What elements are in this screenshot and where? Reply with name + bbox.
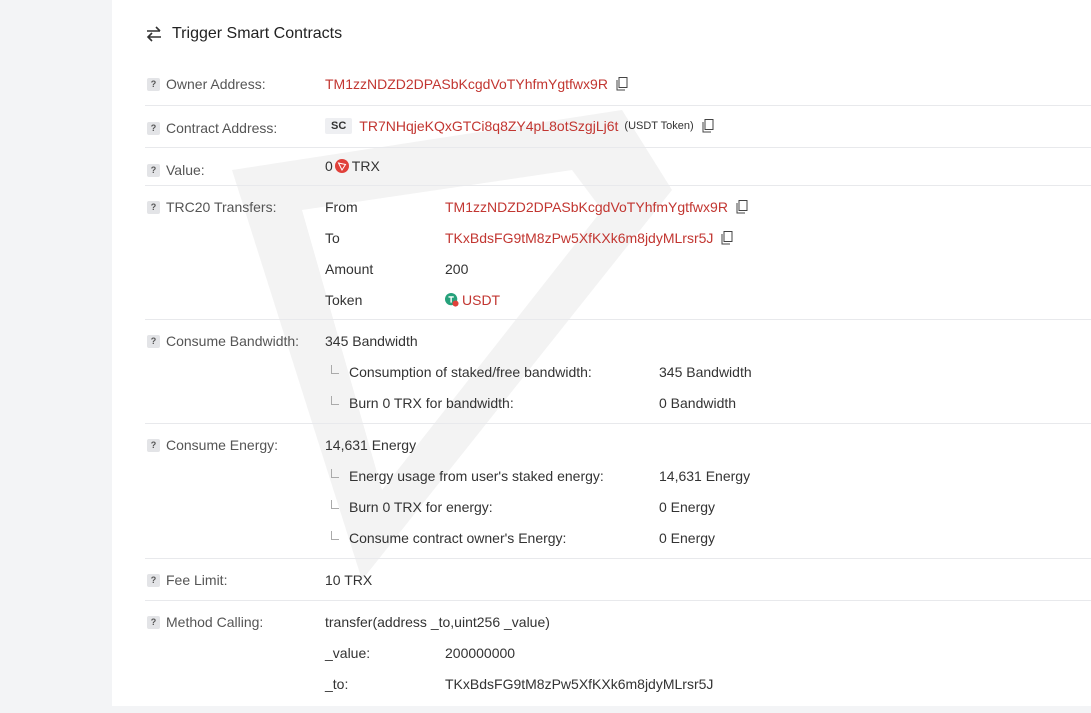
bandwidth-item-value: 345 Bandwidth xyxy=(659,364,752,380)
energy-item-value: 0 Energy xyxy=(659,499,716,515)
energy-item-label: Consume contract owner's Energy: xyxy=(349,530,567,546)
tree-connector xyxy=(331,395,339,405)
energy-item-value: 0 Energy xyxy=(659,530,716,546)
swap-arrows-icon xyxy=(146,26,161,42)
sc-badge: SC xyxy=(325,118,353,134)
amount-value: 200 xyxy=(445,261,469,277)
help-icon[interactable]: ? xyxy=(147,573,160,587)
owner-address-link[interactable]: TM1zzNDZD2DPASbKcgdVoTYhfmYgtfwx9R xyxy=(325,76,608,92)
row-contract-address: ? Contract Address: SC TR7NHqjeKQxGTCi8q… xyxy=(145,106,1091,148)
contract-address-link[interactable]: TR7NHqjeKQxGTCi8q8ZY4pL8otSzgjLj6t xyxy=(359,118,618,134)
help-icon[interactable]: ? xyxy=(147,77,160,91)
fee-label-group: ? Fee Limit: xyxy=(145,572,227,588)
contract-label-group: ? Contract Address: xyxy=(145,120,277,136)
transaction-detail-card: Trigger Smart Contracts ? Owner Address:… xyxy=(112,0,1091,706)
value-amount: 0 xyxy=(325,158,333,174)
from-address-link[interactable]: TM1zzNDZD2DPASbKcgdVoTYhfmYgtfwx9R xyxy=(445,199,728,215)
value-unit: TRX xyxy=(351,158,380,174)
trc20-label-group: ? TRC20 Transfers: xyxy=(145,199,276,215)
help-icon[interactable]: ? xyxy=(147,163,160,177)
help-icon[interactable]: ? xyxy=(147,615,160,629)
help-icon[interactable]: ? xyxy=(147,121,160,135)
param-value: 200000000 xyxy=(445,645,516,661)
param-name: _to: xyxy=(325,676,349,692)
tree-connector xyxy=(331,499,339,509)
to-label: To xyxy=(325,230,340,246)
copy-icon[interactable] xyxy=(702,119,714,133)
section-header: Trigger Smart Contracts xyxy=(145,22,342,46)
bandwidth-item-label: Consumption of staked/free bandwidth: xyxy=(349,364,592,380)
method-label-group: ? Method Calling: xyxy=(145,614,263,630)
trc20-token: Token USDT xyxy=(325,292,500,308)
trc20-amount: Amount 200 xyxy=(325,261,468,277)
row-value: ? Value: 0 TRX xyxy=(145,148,1091,186)
bandwidth-label-group: ? Consume Bandwidth: xyxy=(145,333,299,349)
row-owner-address: ? Owner Address: TM1zzNDZD2DPASbKcgdVoTY… xyxy=(145,64,1091,106)
energy-total: 14,631 Energy xyxy=(325,437,417,453)
value-value: 0 TRX xyxy=(325,158,380,174)
energy-label-group: ? Consume Energy: xyxy=(145,437,278,453)
method-param: _to: TKxBdsFG9tM8zPw5XfKXk6m8jdyMLrsr5J xyxy=(325,676,713,692)
row-consume-bandwidth: ? Consume Bandwidth: 345 Bandwidth Consu… xyxy=(145,320,1091,424)
energy-item: Consume contract owner's Energy: 0 Energ… xyxy=(331,530,715,546)
token-label: Token xyxy=(325,292,363,308)
contract-label: Contract Address: xyxy=(166,120,278,136)
token-link[interactable]: USDT xyxy=(462,292,500,308)
bandwidth-total: 345 Bandwidth xyxy=(325,333,418,349)
tree-connector xyxy=(331,530,339,540)
trc20-label: TRC20 Transfers: xyxy=(166,199,277,215)
energy-item: Burn 0 TRX for energy: 0 Energy xyxy=(331,499,715,515)
method-label: Method Calling: xyxy=(166,614,264,630)
section-title: Trigger Smart Contracts xyxy=(172,25,343,42)
energy-item-value: 14,631 Energy xyxy=(659,468,751,484)
help-icon[interactable]: ? xyxy=(147,334,160,348)
value-label-group: ? Value: xyxy=(145,162,205,178)
row-fee-limit: ? Fee Limit: 10 TRX xyxy=(145,559,1091,601)
trc20-to: To TKxBdsFG9tM8zPw5XfKXk6m8jdyMLrsr5J xyxy=(325,230,733,246)
fee-label: Fee Limit: xyxy=(166,572,228,588)
row-method-calling: ? Method Calling: transfer(address _to,u… xyxy=(145,601,1091,705)
copy-icon[interactable] xyxy=(616,77,628,91)
energy-item-label: Energy usage from user's staked energy: xyxy=(349,468,604,484)
row-consume-energy: ? Consume Energy: 14,631 Energy Energy u… xyxy=(145,424,1091,559)
bandwidth-item-value: 0 Bandwidth xyxy=(659,395,737,411)
help-icon[interactable]: ? xyxy=(147,438,160,452)
energy-label: Consume Energy: xyxy=(166,437,279,453)
contract-token-note: (USDT Token) xyxy=(624,120,694,132)
amount-label: Amount xyxy=(325,261,374,277)
trx-coin-icon xyxy=(334,159,349,173)
bandwidth-label: Consume Bandwidth: xyxy=(166,333,300,349)
copy-icon[interactable] xyxy=(721,231,733,245)
bandwidth-item: Consumption of staked/free bandwidth: 34… xyxy=(331,364,752,380)
tree-connector xyxy=(331,364,339,374)
fee-value: 10 TRX xyxy=(325,572,373,588)
method-signature: transfer(address _to,uint256 _value) xyxy=(325,614,550,630)
contract-value: SC TR7NHqjeKQxGTCi8q8ZY4pL8otSzgjLj6t (U… xyxy=(325,118,714,134)
help-icon[interactable]: ? xyxy=(147,200,160,214)
copy-icon[interactable] xyxy=(736,200,748,214)
row-trc20-transfers: ? TRC20 Transfers: From TM1zzNDZD2DPASbK… xyxy=(145,186,1091,320)
bandwidth-item: Burn 0 TRX for bandwidth: 0 Bandwidth xyxy=(331,395,736,411)
owner-label-group: ? Owner Address: xyxy=(145,76,266,92)
trc20-from: From TM1zzNDZD2DPASbKcgdVoTYhfmYgtfwx9R xyxy=(325,199,748,215)
param-name: _value: xyxy=(325,645,371,661)
energy-item-label: Burn 0 TRX for energy: xyxy=(349,499,493,515)
bandwidth-item-label: Burn 0 TRX for bandwidth: xyxy=(349,395,514,411)
usdt-token-icon xyxy=(445,293,459,307)
owner-value: TM1zzNDZD2DPASbKcgdVoTYhfmYgtfwx9R xyxy=(325,76,628,92)
param-value: TKxBdsFG9tM8zPw5XfKXk6m8jdyMLrsr5J xyxy=(445,676,714,692)
method-param: _value: 200000000 xyxy=(325,645,515,661)
tree-connector xyxy=(331,468,339,478)
to-address-link[interactable]: TKxBdsFG9tM8zPw5XfKXk6m8jdyMLrsr5J xyxy=(445,230,713,246)
energy-item: Energy usage from user's staked energy: … xyxy=(331,468,750,484)
value-label: Value: xyxy=(166,162,205,178)
from-label: From xyxy=(325,199,358,215)
owner-label: Owner Address: xyxy=(166,76,266,92)
detail-rows: ? Owner Address: TM1zzNDZD2DPASbKcgdVoTY… xyxy=(145,64,1091,705)
